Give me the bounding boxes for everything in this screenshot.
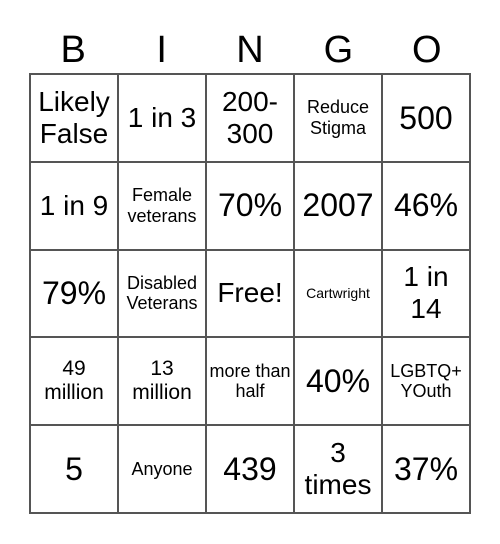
bingo-cell[interactable]: Likely False bbox=[30, 74, 118, 162]
bingo-cell[interactable]: 2007 bbox=[294, 161, 382, 250]
bingo-cell[interactable]: 70% bbox=[206, 161, 294, 250]
bingo-cell[interactable]: 5 bbox=[30, 425, 118, 513]
bingo-cell[interactable]: 49 million bbox=[30, 337, 118, 426]
bingo-cell[interactable]: Female veterans bbox=[118, 161, 206, 250]
bingo-cell[interactable]: Anyone bbox=[118, 425, 206, 513]
header-letter-b: B bbox=[60, 29, 86, 71]
bingo-header: B I N G O bbox=[29, 28, 471, 72]
header-letter-n: N bbox=[236, 29, 264, 71]
bingo-cell[interactable]: 37% bbox=[382, 425, 470, 513]
bingo-cell[interactable]: Cartwright bbox=[294, 249, 382, 338]
bingo-cell[interactable]: more than half bbox=[206, 337, 294, 426]
bingo-cell free-space[interactable]: Free! bbox=[206, 249, 294, 338]
bingo-cell[interactable]: 46% bbox=[382, 161, 470, 250]
bingo-grid: Likely False 1 in 3 200-300 Reduce Stigm… bbox=[29, 73, 471, 514]
header-letter-i: I bbox=[156, 29, 167, 71]
bingo-cell[interactable]: 439 bbox=[206, 425, 294, 513]
bingo-cell[interactable]: 13 million bbox=[118, 337, 206, 426]
header-letter-o: O bbox=[412, 29, 442, 71]
bingo-cell[interactable]: 79% bbox=[30, 249, 118, 338]
bingo-cell[interactable]: 40% bbox=[294, 337, 382, 426]
header-letter-g: G bbox=[323, 29, 354, 71]
bingo-cell[interactable]: 3 times bbox=[294, 425, 382, 513]
bingo-cell[interactable]: LGBTQ+ YOuth bbox=[382, 337, 470, 426]
bingo-cell[interactable]: 1 in 14 bbox=[382, 249, 470, 338]
bingo-cell[interactable]: Reduce Stigma bbox=[294, 74, 382, 162]
bingo-cell[interactable]: 1 in 3 bbox=[118, 74, 206, 162]
bingo-cell[interactable]: 1 in 9 bbox=[30, 161, 118, 250]
bingo-cell[interactable]: Disabled Veterans bbox=[118, 249, 206, 338]
bingo-cell[interactable]: 500 bbox=[382, 74, 470, 162]
bingo-cell[interactable]: 200-300 bbox=[206, 74, 294, 162]
